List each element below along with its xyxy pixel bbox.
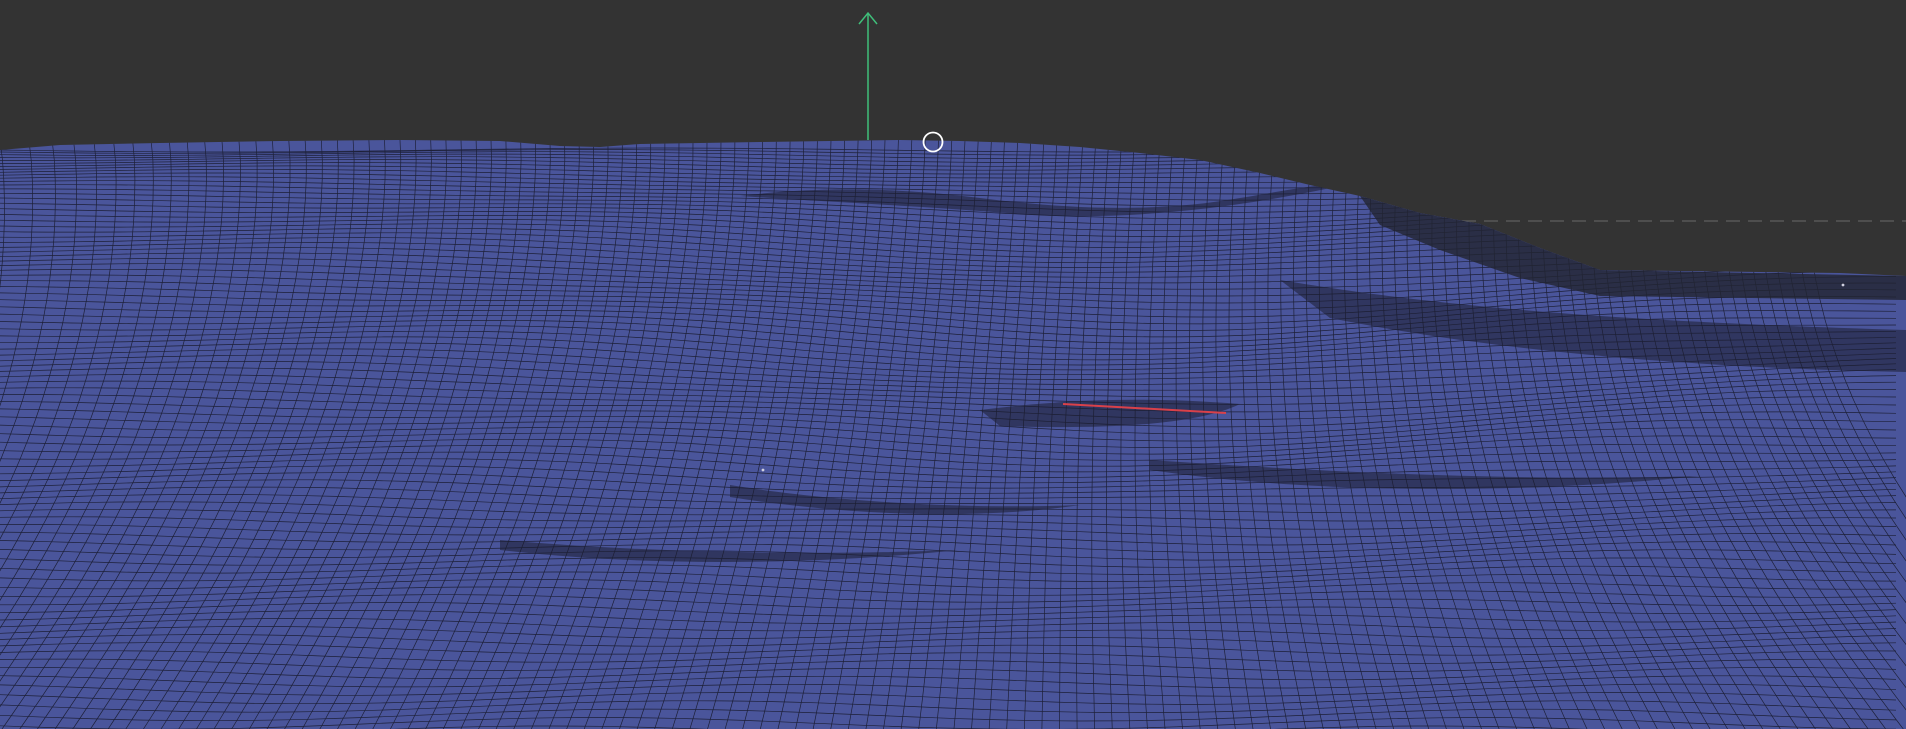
vertex-point [761, 468, 765, 472]
mesh-surface[interactable] [0, 140, 1906, 729]
3d-viewport[interactable] [0, 0, 1906, 729]
ocean-wave-mesh[interactable] [0, 140, 1906, 729]
vertex-point [1841, 283, 1845, 287]
viewport-scene[interactable] [0, 0, 1906, 729]
